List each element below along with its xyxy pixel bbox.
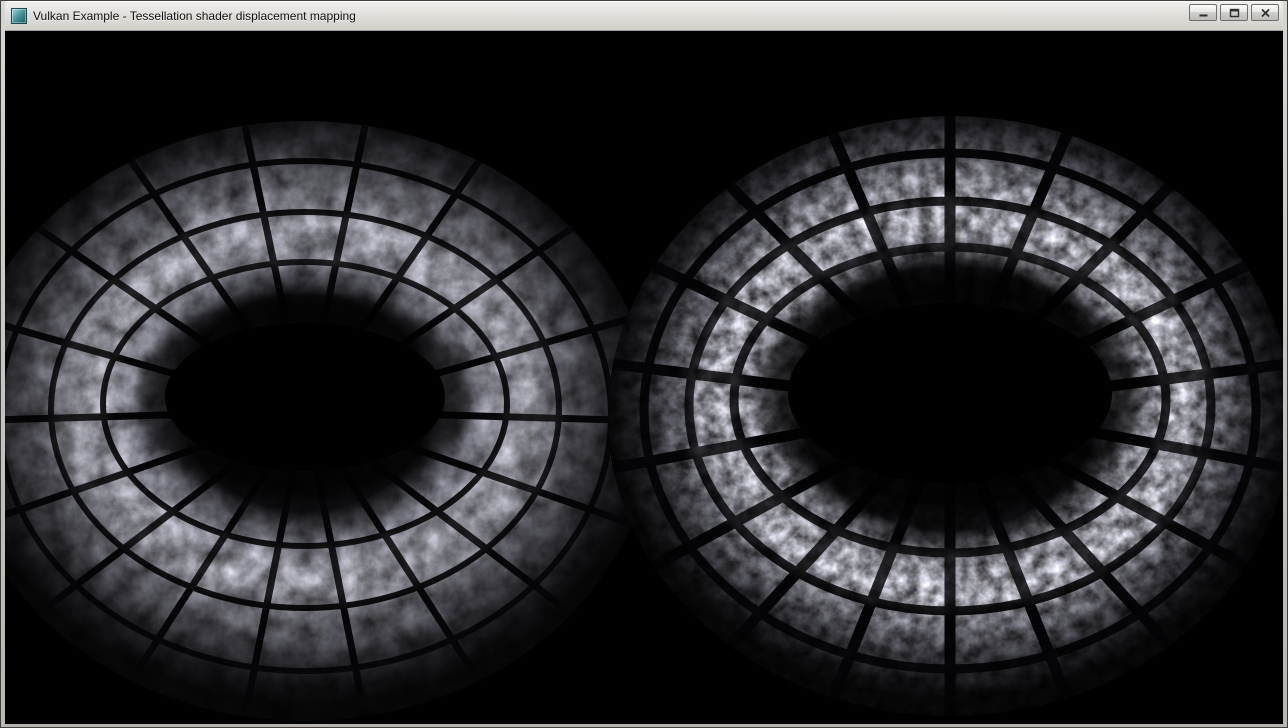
close-icon xyxy=(1260,8,1271,18)
app-window: Vulkan Example - Tessellation shader dis… xyxy=(0,0,1288,728)
render-client-area xyxy=(5,31,1283,724)
maximize-button[interactable] xyxy=(1220,4,1248,21)
maximize-icon xyxy=(1229,8,1240,18)
vulkan-viewport[interactable] xyxy=(5,31,1283,724)
window-controls xyxy=(1189,4,1279,21)
minimize-button[interactable] xyxy=(1189,4,1217,21)
torus-right-displacement xyxy=(608,116,1283,716)
close-button[interactable] xyxy=(1251,4,1279,21)
title-bar[interactable]: Vulkan Example - Tessellation shader dis… xyxy=(5,1,1283,31)
window-title: Vulkan Example - Tessellation shader dis… xyxy=(33,9,356,23)
minimize-icon xyxy=(1198,8,1209,18)
app-icon xyxy=(11,8,27,24)
